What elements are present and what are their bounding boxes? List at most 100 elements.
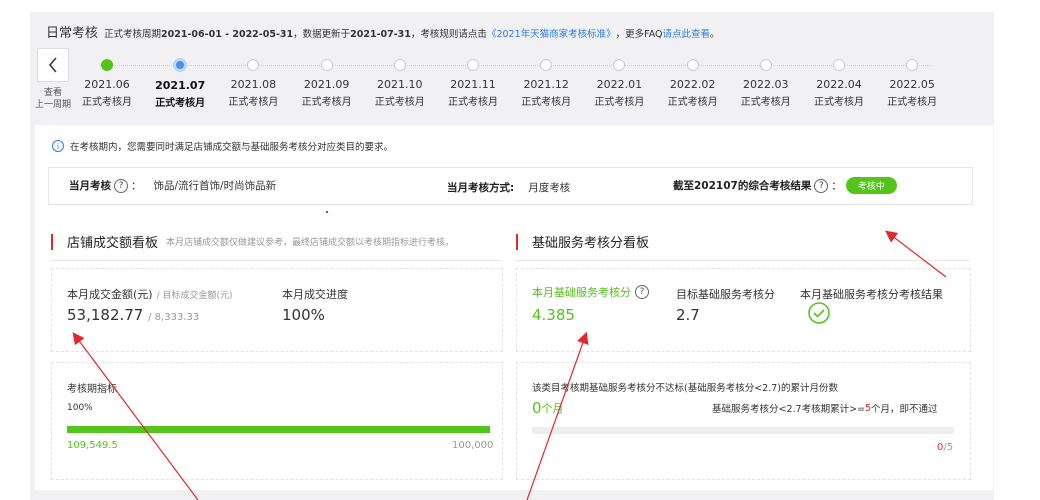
month-node	[686, 59, 699, 71]
month-node	[467, 59, 479, 71]
period-text: 正式考核周期2021-06-01 - 2022-05-31，数据更新于2021-…	[104, 29, 487, 40]
previous-period-label[interactable]: 查看 上一周期	[31, 87, 75, 111]
month-node	[906, 59, 919, 71]
rule-link[interactable]: 《2021年天猫商家考核标准》	[487, 26, 616, 40]
month-node	[759, 59, 772, 71]
month-date: 2022.04	[816, 78, 862, 91]
sales-amount-label: 本月成交金额(元) / 目标成交金额(元)	[67, 288, 233, 301]
info-text: 在考核期内，您需要同时满足店铺成交额与基础服务考核分对应类目的要求。	[70, 142, 394, 153]
month-node	[393, 59, 406, 71]
month-date: 2021.09	[303, 78, 350, 91]
month-date: 2022.01	[596, 78, 643, 91]
month-type: 正式考核月	[887, 97, 938, 108]
month-item[interactable]: 2021.10 正式考核月	[365, 56, 435, 108]
sales-progress-value: 100%	[282, 306, 325, 324]
service-score-label: 本月基础服务考核分 ?	[532, 284, 652, 300]
month-date: 2021.07	[155, 79, 206, 92]
fail-months-title: 该类目考核期基础服务考核分不达标(基础服务考核分<2.7)的累计月份数	[532, 383, 838, 394]
page-title: 日常考核	[46, 26, 99, 41]
period-progress-fill	[67, 426, 490, 433]
service-score-value: 4.385	[532, 306, 575, 324]
month-node	[613, 59, 626, 71]
period-progress-bar	[67, 426, 490, 433]
faq-prefix: ，更多FAQ	[615, 29, 663, 40]
month-type: 正式考核月	[521, 97, 572, 108]
month-item[interactable]: 2021.06 正式考核月	[72, 56, 142, 108]
month-type: 正式考核月	[301, 97, 352, 108]
stray-dot	[326, 211, 328, 213]
month-item[interactable]: 2022.03 正式考核月	[731, 56, 801, 108]
month-item[interactable]: 2021.07 正式考核月	[145, 56, 215, 109]
month-type: 正式考核月	[155, 98, 206, 109]
faq-link[interactable]: 请点此查看	[663, 26, 711, 40]
service-target-label: 目标基础服务考核分	[676, 288, 775, 301]
divider	[516, 260, 971, 261]
month-date: 2022.02	[669, 78, 716, 91]
sales-section-title: 店铺成交额看板 本月店铺成交额仅做建议参考，最终店铺成交额以考核期指标进行考核。	[51, 232, 454, 251]
month-type: 正式考核月	[740, 97, 791, 108]
month-date: 2022.05	[889, 78, 935, 91]
month-date: 2021.08	[230, 78, 277, 91]
summary-bar: 当月考核 ? ： 饰品/流行首饰/时尚饰品新 当月考核方式: 月度考核 截至20…	[48, 167, 973, 205]
month-assessment: 当月考核 ? ： 饰品/流行首饰/时尚饰品新	[69, 178, 277, 193]
month-node	[247, 59, 260, 71]
month-type: 正式考核月	[82, 97, 132, 108]
period-target-value: 100,000	[452, 440, 494, 451]
period-percent: 100%	[67, 403, 93, 413]
month-date: 2021.11	[450, 78, 496, 91]
month-type: 正式考核月	[814, 97, 864, 108]
info-icon: i	[52, 140, 64, 152]
month-date: 2022.03	[743, 78, 789, 91]
period-indicator-card	[51, 362, 503, 480]
divider	[51, 260, 501, 261]
sales-progress-label: 本月成交进度	[282, 288, 348, 301]
sales-amount-value: 53,182.77 / 8,333.33	[67, 306, 200, 324]
help-icon[interactable]: ?	[114, 178, 128, 193]
month-type: 正式考核月	[374, 97, 425, 108]
month-date: 2021.06	[84, 78, 130, 91]
section-marker	[516, 233, 518, 250]
service-result-label: 本月基础服务考核分考核结果	[800, 288, 943, 301]
check-circle-icon	[808, 302, 830, 324]
assessment-method: 当月考核方式: 月度考核	[447, 182, 571, 194]
month-item[interactable]: 2022.01 正式考核月	[584, 56, 654, 108]
month-item[interactable]: 2022.04 正式考核月	[804, 56, 874, 108]
month-type: 正式考核月	[448, 97, 498, 108]
previous-period-button[interactable]	[37, 48, 69, 82]
month-type: 正式考核月	[667, 97, 718, 108]
help-icon[interactable]: ?	[635, 285, 649, 299]
status-badge: 考核中	[845, 177, 897, 194]
month-item[interactable]: 2022.02 正式考核月	[658, 56, 728, 108]
service-score-card	[516, 268, 971, 352]
category-value: 饰品/流行首饰/时尚饰品新	[153, 180, 277, 192]
month-item[interactable]: 2021.12 正式考核月	[511, 56, 581, 108]
fail-rule-text: 基础服务考核分<2.7考核期累计>= 5 个月，即不通过	[712, 402, 938, 416]
month-type: 正式考核月	[594, 97, 645, 108]
info-notice: i 在考核期内，您需要同时满足店铺成交额与基础服务考核分对应类目的要求。	[52, 139, 393, 153]
section-marker	[51, 233, 53, 250]
month-item[interactable]: 2022.05 正式考核月	[877, 56, 947, 108]
sales-note: 本月店铺成交额仅做建议参考，最终店铺成交额以考核期指标进行考核。	[166, 238, 455, 248]
help-icon[interactable]: ?	[814, 178, 829, 193]
header-end: 。	[710, 29, 720, 40]
fail-progress-value: 0/5	[937, 442, 954, 453]
fail-months-count: 0 个月	[532, 399, 564, 417]
fail-progress-bar	[532, 427, 954, 434]
month-item[interactable]: 2021.11 正式考核月	[438, 56, 508, 108]
period-indicator-label: 考核期指标	[67, 384, 117, 395]
month-item[interactable]: 2021.08 正式考核月	[218, 56, 288, 108]
month-node	[833, 59, 845, 71]
month-date: 2021.10	[377, 78, 423, 91]
month-node	[173, 58, 188, 72]
overall-result: 截至202107的综合考核结果 ? ： 考核中	[673, 177, 897, 194]
page-header: 日常考核 正式考核周期2021-06-01 - 2022-05-31，数据更新于…	[46, 22, 720, 41]
chevron-left-icon	[49, 57, 57, 73]
month-type: 正式考核月	[228, 97, 279, 108]
service-target-value: 2.7	[676, 306, 700, 324]
month-item[interactable]: 2021.09 正式考核月	[292, 56, 362, 108]
month-date: 2021.12	[523, 78, 569, 91]
month-node	[101, 59, 113, 71]
month-node	[320, 59, 333, 71]
period-current-value: 109,549.5	[67, 440, 118, 451]
service-section-title: 基础服务考核分看板	[516, 232, 649, 251]
